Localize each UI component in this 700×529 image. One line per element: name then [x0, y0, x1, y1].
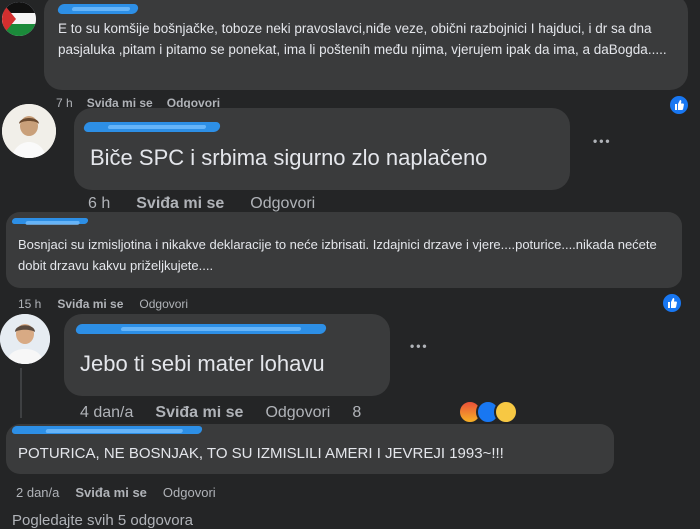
person-avatar-icon: [0, 314, 50, 364]
like-button[interactable]: Sviđa mi se: [155, 406, 243, 420]
redacted-author-name[interactable]: [11, 426, 203, 434]
like-reaction-icon[interactable]: [661, 292, 683, 314]
reply-button[interactable]: Odgovori: [163, 485, 216, 500]
timestamp[interactable]: 4 dan/a: [80, 406, 133, 420]
reply-button[interactable]: Odgovori: [250, 196, 315, 212]
view-all-replies-link[interactable]: Pogledajte svih 5 odgovora: [12, 512, 193, 529]
comment-bubble: E to su komšije bošnjačke, toboze neki p…: [44, 0, 688, 90]
comment-text: POTURICA, NE BOSNJAK, TO SU IZMISLILI AM…: [18, 445, 504, 462]
more-options-icon[interactable]: •••: [593, 134, 612, 148]
comment-actions: 15 h Sviđa mi se Odgovori: [18, 297, 188, 311]
comment-bubble: POTURICA, NE BOSNJAK, TO SU IZMISLILI AM…: [6, 424, 614, 474]
redacted-author-name[interactable]: [74, 324, 328, 334]
like-reaction-icon[interactable]: [668, 94, 690, 116]
comment-text: Biče SPC i srbima sigurno zlo naplačeno: [90, 145, 488, 170]
avatar[interactable]: [2, 2, 36, 36]
person-avatar-icon: [2, 104, 56, 158]
comment-bubble: Jebo ti sebi mater lohavu: [64, 314, 390, 396]
avatar[interactable]: [0, 314, 50, 364]
like-button[interactable]: Sviđa mi se: [75, 485, 147, 500]
comment-bubble: Biče SPC i srbima sigurno zlo naplačeno: [74, 108, 570, 190]
reply-thread-line: [20, 368, 22, 418]
redacted-author-name[interactable]: [56, 4, 140, 14]
comment-actions: 2 dan/a Sviđa mi se Odgovori: [16, 485, 216, 500]
like-button[interactable]: Sviđa mi se: [136, 196, 224, 212]
comment-text: E to su komšije bošnjačke, toboze neki p…: [58, 21, 667, 57]
reaction-count[interactable]: 8: [352, 406, 361, 420]
reply-button[interactable]: Odgovori: [139, 297, 188, 311]
redacted-author-name[interactable]: [82, 122, 222, 132]
avatar[interactable]: [2, 104, 56, 158]
comment-text: Bosnjaci su izmisljotina i nikakve dekla…: [18, 237, 657, 273]
timestamp[interactable]: 15 h: [18, 297, 41, 311]
like-button[interactable]: Sviđa mi se: [57, 297, 123, 311]
flag-avatar-icon: [2, 2, 36, 36]
laugh-reaction-icon: [494, 400, 518, 424]
timestamp[interactable]: 6 h: [88, 196, 110, 212]
comment-bubble: Bosnjaci su izmisljotina i nikakve dekla…: [6, 212, 682, 288]
redacted-author-name[interactable]: [11, 218, 89, 224]
comment-actions: 4 dan/a Sviđa mi se Odgovori 8: [80, 406, 361, 420]
reply-button[interactable]: Odgovori: [265, 406, 330, 420]
timestamp[interactable]: 2 dan/a: [16, 485, 59, 500]
comment-actions: 6 h Sviđa mi se Odgovori: [88, 196, 315, 212]
more-options-icon[interactable]: •••: [410, 339, 429, 353]
reaction-icons[interactable]: [458, 398, 548, 424]
timestamp[interactable]: 7 h: [56, 97, 73, 109]
comment-text: Jebo ti sebi mater lohavu: [80, 351, 325, 376]
